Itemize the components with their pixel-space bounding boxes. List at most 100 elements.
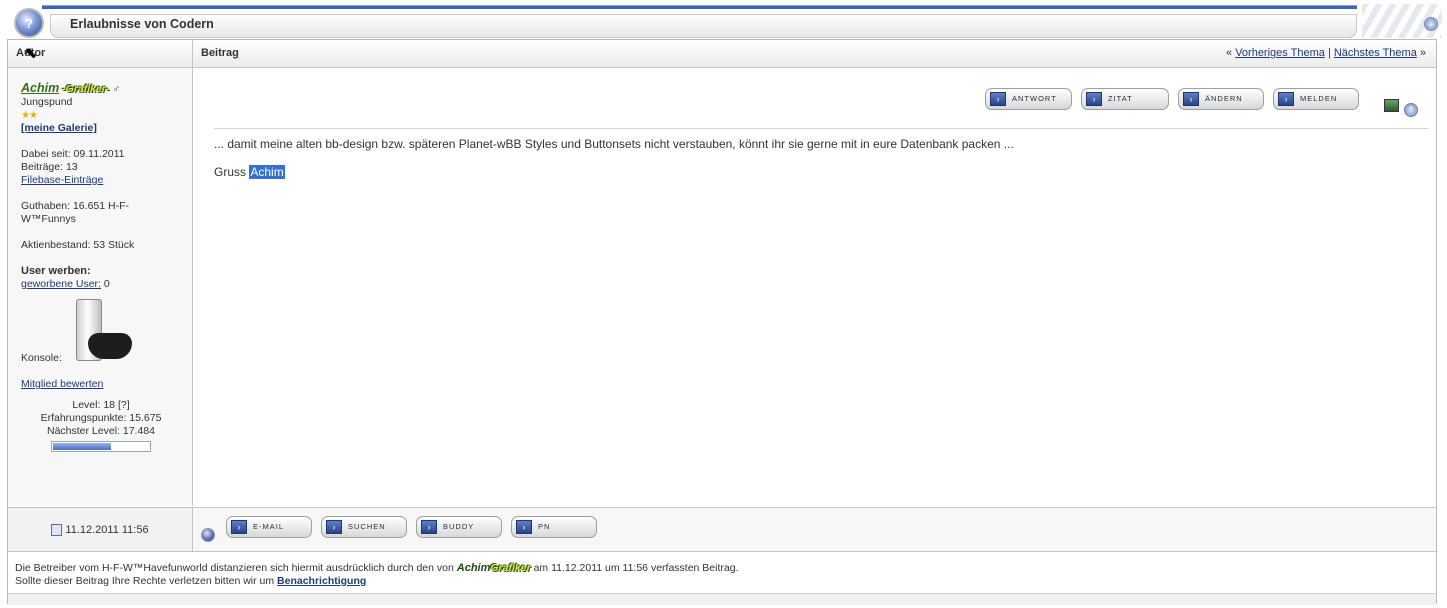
xbox-console-icon (70, 299, 140, 365)
greeting-text: Gruss (214, 165, 247, 179)
post-date-icon (51, 524, 63, 537)
button-label: MELDEN (1300, 94, 1338, 103)
footer-suchen-button[interactable]: › SUCHEN (321, 516, 407, 538)
report-icon: › (1278, 92, 1294, 106)
posts-value: 13 (65, 161, 78, 173)
post-ändern-button[interactable]: › ÄNDERN (1178, 88, 1264, 110)
footer-email-button[interactable]: › E-MAIL (226, 516, 312, 538)
post-melden-button[interactable]: › MELDEN (1273, 88, 1359, 110)
post-footer-actions: › E-MAIL › SUCHEN › BUDDY › PN (193, 507, 1436, 552)
refer-block: User werben: geworbene User: 0 (21, 265, 192, 291)
author-stats: Dabei seit: 09.11.2011 Beiträge: 13 File… (21, 148, 192, 187)
stock-block: Aktienbestand: 53 Stück (21, 239, 192, 252)
stock-label: Aktienbestand: (21, 239, 91, 251)
button-label: BUDDY (443, 522, 475, 531)
stock-value: 53 Stück (93, 239, 135, 251)
posts-label: Beiträge: (21, 161, 64, 173)
title-band (50, 14, 1357, 38)
disclaimer-time: 11:56 (622, 562, 649, 574)
disclaimer-author: Achim (456, 562, 491, 574)
author-line: Achim -Grafiker- ♂ (21, 82, 192, 96)
help-icon[interactable]: ? (14, 8, 44, 38)
chevron-down-icon[interactable]: ⌄ (1424, 17, 1438, 31)
referred-users-link[interactable]: geworbene User: (21, 278, 101, 290)
disclaimer-badge: Grafiker (490, 562, 531, 574)
chevron-up-icon[interactable]: ^ (1404, 103, 1418, 117)
post-date-cell: 11.12.2011 11:56 (8, 507, 193, 551)
thread-title: Erlaubnisse von Codern (70, 17, 214, 31)
credit-label: Guthaben: (21, 200, 71, 212)
filebase-link[interactable]: Filebase-Einträge (21, 174, 103, 186)
nav-separator: | (1327, 47, 1331, 59)
next-level-value: 17.484 (122, 425, 155, 437)
disclaimer-line2: Sollte dieser Beitrag Ihre Rechte verlet… (15, 575, 275, 587)
level-value: 18 (103, 399, 116, 411)
title-accent-line (42, 5, 1357, 9)
disclaimer-text-b: am 11.12.2011 um (533, 562, 620, 574)
post-message: ... damit meine alten bb-design bzw. spä… (214, 137, 1014, 151)
disclaimer: Die Betreiber vom H-F-W™Havefunworld dis… (8, 551, 1436, 593)
buddy-icon: › (421, 520, 437, 534)
male-gender-icon: ♂ (112, 83, 121, 95)
title-bar: ? Erlaubnisse von Codern ⌄ (0, 0, 1447, 40)
topic-navigation: « Vorheriges Thema | Nächstes Thema » (1226, 40, 1426, 67)
credit-block: Guthaben: 16.651 H-F-W™Funnys (21, 200, 141, 226)
button-label: SUCHEN (348, 522, 386, 531)
table-header: Autor Beitrag « Vorheriges Thema | Nächs… (8, 40, 1436, 68)
console-block: Konsole: (21, 299, 192, 365)
next-topic-link[interactable]: Nächstes Thema (1334, 47, 1417, 59)
button-label: PN (538, 522, 551, 531)
author-rank: Jungspund (21, 96, 73, 108)
status-orb-icon (201, 528, 215, 542)
rate-block: Mitglied bewerten (21, 378, 192, 391)
author-name-link[interactable]: Achim (21, 81, 59, 95)
edit-icon: › (1183, 92, 1199, 106)
level-label: Level: (72, 399, 101, 411)
button-label: ZITAT (1108, 94, 1133, 103)
post-zitat-button[interactable]: › ZITAT (1081, 88, 1169, 110)
level-progress-bar (51, 441, 151, 452)
search-icon: › (326, 520, 342, 534)
refer-label: User werben: (21, 265, 91, 277)
console-label: Konsole: (21, 352, 62, 364)
footer-buddy-button[interactable]: › BUDDY (416, 516, 502, 538)
post-table: Autor Beitrag « Vorheriges Thema | Nächs… (7, 39, 1437, 605)
gallery-link[interactable]: [meine Galerie] (21, 122, 97, 134)
joined-label: Dabei seit: (21, 148, 71, 160)
bottom-resize-strip[interactable] (8, 593, 1436, 605)
reply-icon: › (990, 92, 1006, 106)
pm-icon: › (516, 520, 532, 534)
level-block: Level: 18 [?] Erfahrungspunkte: 15.675 N… (21, 399, 181, 452)
post-antwort-button[interactable]: › ANTWORT (985, 88, 1072, 110)
button-label: ANTWORT (1012, 94, 1057, 103)
rank-stars-icon: ★★ (21, 110, 38, 121)
disclaimer-text-a: Die Betreiber vom H-F-W™Havefunworld dis… (15, 562, 454, 574)
post-greeting: Gruss Achim (214, 165, 285, 179)
nav-prefix: « (1226, 47, 1233, 59)
mouse-cursor-icon: ⬉ (24, 45, 38, 62)
post-date: 11.12.2011 11:56 (65, 524, 149, 536)
author-badge-dash-right: - (105, 83, 110, 95)
xp-value: 15.675 (129, 412, 162, 424)
button-label: E-MAIL (253, 522, 285, 531)
author-badge: Grafiker (65, 83, 106, 95)
email-icon: › (231, 520, 247, 534)
nav-suffix: » (1419, 47, 1426, 59)
quote-icon: › (1086, 92, 1102, 106)
author-sidebar: Achim -Grafiker- ♂ Jungspund ★★ [meine G… (8, 68, 193, 506)
rate-member-link[interactable]: Mitglied bewerten (21, 378, 103, 390)
computer-icon[interactable] (1384, 99, 1399, 112)
level-progress-fill (53, 443, 111, 450)
disclaimer-text-c: verfassten Beitrag. (650, 562, 739, 574)
level-help[interactable]: [?] (118, 399, 130, 411)
post-divider (214, 128, 1428, 129)
next-level-label: Nächster Level: (47, 425, 120, 437)
post-content: › ANTWORT › ZITAT › ÄNDERN › MELDEN ^ ... damit… (201, 68, 1436, 506)
previous-topic-link[interactable]: Vorheriges Thema (1235, 47, 1325, 59)
joined-value: 09.11.2011 (73, 148, 125, 160)
greeting-name-selected: Achim (249, 165, 285, 179)
button-label: ÄNDERN (1205, 94, 1243, 103)
xp-label: Erfahrungspunkte: (40, 412, 127, 424)
footer-pn-button[interactable]: › PN (511, 516, 597, 538)
notification-link[interactable]: Benachrichtigung (277, 575, 366, 587)
